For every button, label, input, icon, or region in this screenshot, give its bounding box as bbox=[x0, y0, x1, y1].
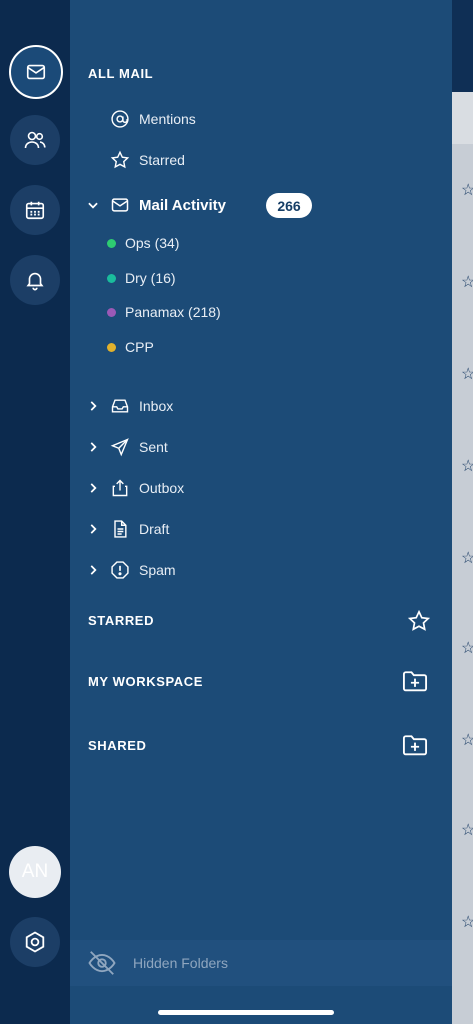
alert-icon bbox=[111, 561, 129, 579]
hidden-folders-bar[interactable]: Hidden Folders bbox=[70, 940, 452, 986]
label-text: CPP bbox=[125, 339, 154, 355]
calendar-icon bbox=[25, 201, 45, 220]
add-folder-icon[interactable] bbox=[401, 667, 429, 695]
inbox-icon bbox=[111, 399, 129, 413]
folder-label: Spam bbox=[139, 562, 176, 578]
star-icon bbox=[110, 150, 130, 169]
send-icon bbox=[110, 438, 129, 457]
chevron-right-icon[interactable] bbox=[86, 399, 100, 413]
folder-draft[interactable]: Draft bbox=[86, 519, 169, 539]
folder-inbox[interactable]: Inbox bbox=[86, 396, 173, 416]
mail-list-peek: ☆ ☆ ☆ ☆ ☆ ☆ ☆ ☆ ☆ bbox=[452, 0, 473, 1024]
star-icon: ☆ bbox=[461, 458, 473, 475]
chevron-down-icon[interactable] bbox=[86, 198, 100, 212]
starred-item-label: Starred bbox=[139, 152, 185, 168]
label-color-dot bbox=[107, 273, 116, 283]
bell-icon bbox=[26, 272, 44, 291]
star-icon[interactable] bbox=[407, 609, 431, 633]
eye-off-icon bbox=[88, 951, 116, 975]
shared-header[interactable]: SHARED bbox=[88, 738, 147, 753]
starred-item[interactable]: Starred bbox=[110, 150, 185, 170]
settings-hex-icon bbox=[25, 931, 45, 953]
mail-icon bbox=[111, 198, 129, 212]
label-text: Dry (16) bbox=[125, 270, 176, 286]
star-icon: ☆ bbox=[461, 914, 473, 931]
folder-label: Sent bbox=[139, 439, 168, 455]
calendar-nav-button[interactable] bbox=[10, 185, 60, 235]
my-workspace-header[interactable]: MY WORKSPACE bbox=[88, 674, 203, 689]
label-color-dot bbox=[107, 307, 116, 317]
settings-nav-button[interactable] bbox=[10, 917, 60, 967]
star-icon: ☆ bbox=[461, 274, 473, 291]
mail-icon bbox=[26, 64, 46, 80]
label-text: Panamax (218) bbox=[125, 304, 221, 320]
folder-label: Draft bbox=[139, 521, 170, 537]
document-icon bbox=[114, 520, 127, 538]
label-text: Ops (34) bbox=[125, 235, 180, 251]
label-color-dot bbox=[107, 238, 116, 248]
mentions-label: Mentions bbox=[139, 111, 196, 127]
app-rail: AN bbox=[0, 0, 70, 1024]
label-item[interactable]: Dry (16) bbox=[107, 270, 176, 286]
mail-list-header bbox=[452, 0, 473, 92]
mail-activity-count-badge: 266 bbox=[266, 193, 312, 218]
starred-section-header[interactable]: STARRED bbox=[88, 613, 154, 628]
chevron-right-icon[interactable] bbox=[86, 563, 100, 577]
star-icon: ☆ bbox=[461, 550, 473, 567]
label-color-dot bbox=[107, 342, 116, 352]
hidden-folders-label: Hidden Folders bbox=[133, 955, 228, 971]
mail-activity-item[interactable]: Mail Activity bbox=[86, 195, 226, 215]
people-icon bbox=[24, 131, 46, 149]
label-item[interactable]: CPP bbox=[107, 339, 154, 355]
folder-label: Inbox bbox=[139, 398, 174, 414]
star-icon: ☆ bbox=[461, 732, 473, 749]
mail-activity-label: Mail Activity bbox=[139, 196, 226, 214]
folder-label: Outbox bbox=[139, 480, 185, 496]
chevron-right-icon[interactable] bbox=[86, 522, 100, 536]
all-mail-header[interactable]: ALL MAIL bbox=[88, 66, 153, 81]
contacts-nav-button[interactable] bbox=[10, 115, 60, 165]
folder-spam[interactable]: Spam bbox=[86, 560, 176, 580]
label-item[interactable]: Ops (34) bbox=[107, 235, 179, 251]
label-item[interactable]: Panamax (218) bbox=[107, 304, 221, 320]
notifications-nav-button[interactable] bbox=[10, 255, 60, 305]
home-indicator bbox=[158, 1010, 334, 1015]
avatar[interactable]: AN bbox=[9, 846, 61, 898]
outbox-icon bbox=[112, 479, 128, 497]
chevron-right-icon[interactable] bbox=[86, 440, 100, 454]
chevron-right-icon[interactable] bbox=[86, 481, 100, 495]
at-icon bbox=[111, 110, 129, 128]
mentions-item[interactable]: Mentions bbox=[110, 109, 196, 129]
mail-list-toolbar bbox=[452, 92, 473, 144]
mail-nav-button[interactable] bbox=[9, 45, 63, 99]
star-icon: ☆ bbox=[461, 822, 473, 839]
star-icon: ☆ bbox=[461, 182, 473, 199]
folder-drawer: ALL MAIL Mentions Starred Mail Activity … bbox=[70, 0, 452, 1024]
star-icon: ☆ bbox=[461, 640, 473, 657]
add-folder-icon[interactable] bbox=[401, 731, 429, 759]
star-icon: ☆ bbox=[461, 366, 473, 383]
folder-outbox[interactable]: Outbox bbox=[86, 478, 184, 498]
folder-sent[interactable]: Sent bbox=[86, 437, 168, 457]
